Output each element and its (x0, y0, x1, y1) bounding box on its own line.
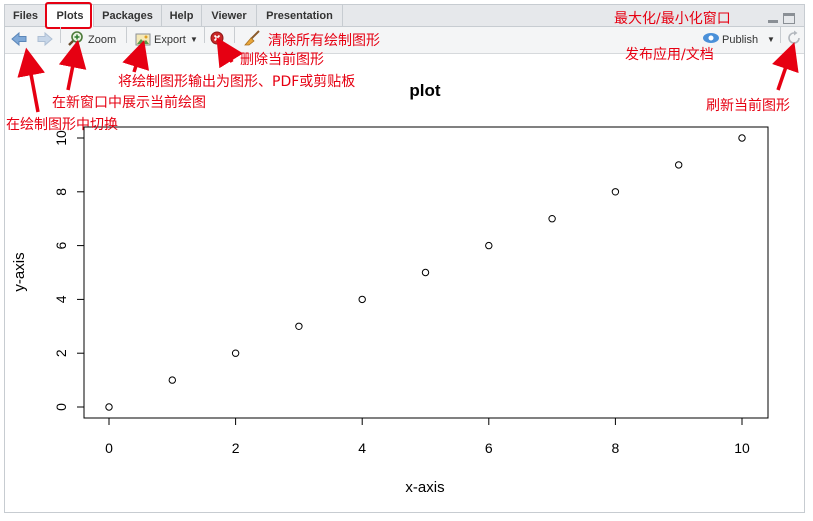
annotation-maximize: 最大化/最小化窗口 (614, 11, 731, 27)
annotation-clear-all: 清除所有绘制图形 (268, 33, 380, 49)
annotation-refresh: 刷新当前图形 (706, 98, 790, 114)
annotation-navigate: 在绘制图形中切换 (6, 117, 118, 133)
annotation-zoom: 在新窗口中展示当前绘图 (52, 95, 206, 111)
annotation-delete-current: 删除当前图形 (240, 52, 324, 68)
annotation-publish: 发布应用/文档 (625, 47, 714, 63)
annotation-export: 将绘制图形输出为图形、PDF或剪贴板 (118, 74, 356, 90)
